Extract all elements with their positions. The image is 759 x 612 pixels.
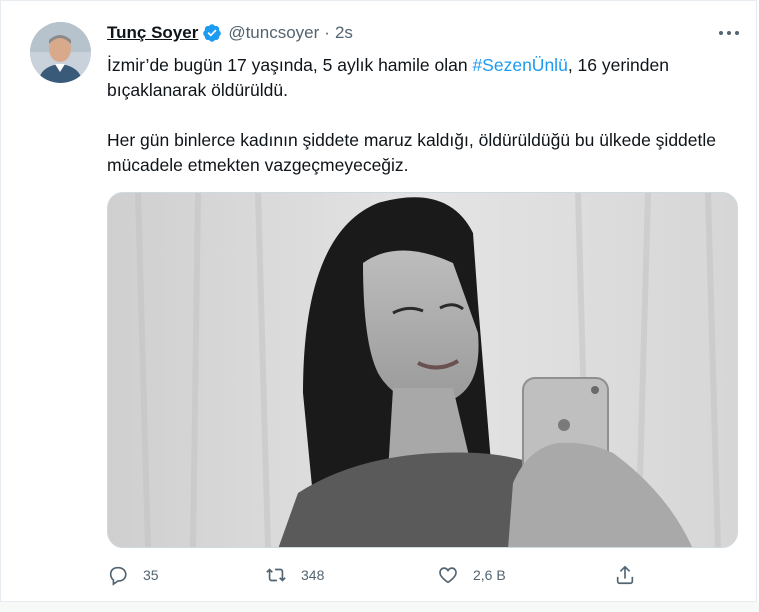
tweet-header: Tunç Soyer @tuncsoyer · 2s: [107, 23, 353, 43]
heart-icon: [439, 567, 457, 584]
more-icon[interactable]: [716, 23, 742, 43]
share-icon: [616, 565, 634, 585]
retweet-icon: [266, 568, 286, 582]
tweet-actions: 35 348 2,6 B: [107, 564, 647, 592]
photo-icon: [108, 193, 737, 547]
tweet-text: İzmir’de bugün 17 yaşında, 5 aylık hamil…: [107, 53, 727, 178]
hashtag-link[interactable]: #SezenÜnlü: [472, 55, 567, 75]
tweet-card: Tunç Soyer @tuncsoyer · 2s İzmir’de bugü…: [0, 0, 757, 602]
author-handle[interactable]: @tuncsoyer: [228, 23, 319, 43]
retweet-count: 348: [301, 567, 325, 583]
like-button[interactable]: 2,6 B: [437, 564, 506, 586]
timeline-divider: [0, 602, 759, 612]
reply-icon: [109, 566, 127, 586]
user-avatar-icon: [30, 22, 91, 83]
verified-badge-icon: [203, 24, 222, 42]
reply-button[interactable]: 35: [107, 564, 159, 586]
share-button[interactable]: [614, 564, 636, 586]
retweet-button[interactable]: 348: [265, 564, 324, 586]
author-name[interactable]: Tunç Soyer: [107, 23, 198, 43]
tweet-photo[interactable]: [107, 192, 738, 548]
like-count: 2,6 B: [473, 567, 506, 583]
tweet-paragraph-2: Her gün binlerce kadının şiddete maruz k…: [107, 130, 716, 175]
header-separator: ·: [324, 23, 330, 42]
tweet-paragraph-1: İzmir’de bugün 17 yaşında, 5 aylık hamil…: [107, 53, 727, 103]
tweet-text-part: İzmir’de bugün 17 yaşında, 5 aylık hamil…: [107, 55, 473, 75]
reply-count: 35: [143, 567, 159, 583]
author-avatar[interactable]: [30, 22, 91, 83]
tweet-timestamp[interactable]: 2s: [335, 23, 353, 43]
